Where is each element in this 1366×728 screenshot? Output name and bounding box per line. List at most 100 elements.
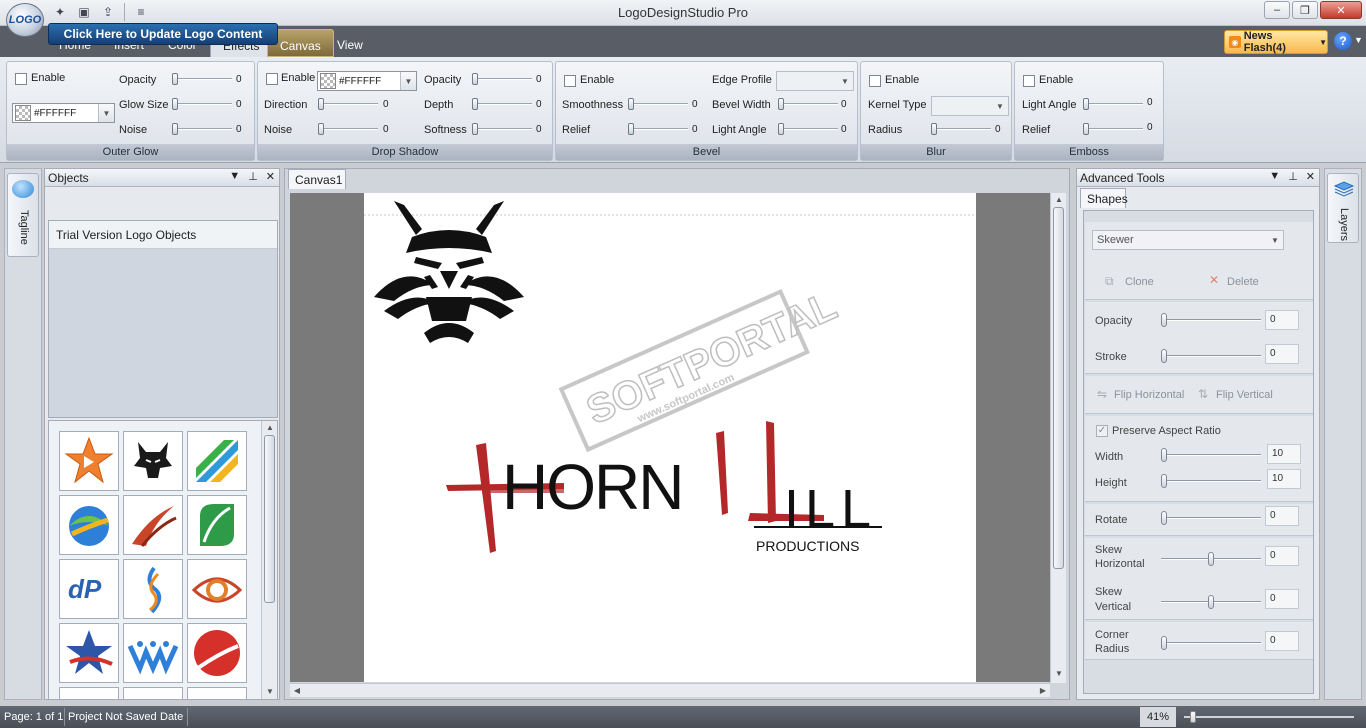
opacity-input[interactable]: 0 <box>1265 310 1299 330</box>
lynx-logo-thumbnail[interactable] <box>123 431 183 491</box>
drop-shadow-noise-slider[interactable] <box>318 123 378 135</box>
partial-logo-thumbnail-2[interactable] <box>123 687 183 699</box>
outer-glow-opacity-slider[interactable] <box>172 73 232 85</box>
maximize-button[interactable]: ❐ <box>1292 1 1318 19</box>
stripes-logo-thumbnail[interactable] <box>187 431 247 491</box>
skew-horizontal-input[interactable]: 0 <box>1265 546 1299 566</box>
star-logo-thumbnail[interactable] <box>59 431 119 491</box>
list-item[interactable]: Trial Version Logo Objects <box>49 221 277 249</box>
width-slider[interactable] <box>1161 448 1261 462</box>
preserve-aspect-checkbox[interactable]: ✓ <box>1096 425 1108 437</box>
drop-shadow-direction-slider[interactable] <box>318 98 378 110</box>
bevel-edge-profile-select[interactable]: ▼ <box>776 71 854 91</box>
layers-tab[interactable]: Layers <box>1327 173 1359 243</box>
help-dropdown-icon[interactable]: ▼ <box>1354 35 1363 45</box>
bevel-enable-checkbox[interactable] <box>564 75 576 87</box>
blur-enable-checkbox[interactable] <box>869 75 881 87</box>
opacity-slider[interactable] <box>1161 313 1261 327</box>
help-icon[interactable]: ? <box>1334 32 1352 50</box>
scroll-left-icon[interactable]: ◀ <box>290 684 304 698</box>
drop-shadow-opacity-slider[interactable] <box>472 73 532 85</box>
partial-logo-thumbnail-3[interactable] <box>187 687 247 699</box>
scroll-thumb[interactable] <box>1053 207 1064 569</box>
skew-horizontal-slider[interactable] <box>1161 552 1261 566</box>
usa-star-logo-thumbnail[interactable] <box>59 623 119 683</box>
stroke-slider[interactable] <box>1161 349 1261 363</box>
thumbnails-scrollbar[interactable]: ▲ ▼ <box>261 421 277 699</box>
emboss-relief-slider[interactable] <box>1083 123 1143 135</box>
tagline-tab[interactable]: Tagline <box>7 173 39 257</box>
delete-button[interactable]: Delete <box>1227 276 1259 288</box>
brush-logo-thumbnail[interactable] <box>123 495 183 555</box>
skew-vertical-slider[interactable] <box>1161 595 1261 609</box>
bevel-width-slider[interactable] <box>778 98 838 110</box>
ribbon-figure-logo-thumbnail[interactable] <box>123 559 183 619</box>
road-logo-thumbnail[interactable] <box>187 623 247 683</box>
artboard[interactable]: SOFTPORTAL www.softportal.com HORN ILL P… <box>364 193 976 682</box>
drop-shadow-color-picker[interactable]: #FFFFFF ▼ <box>317 71 417 91</box>
minimize-button[interactable]: – <box>1264 1 1290 19</box>
drop-shadow-depth-slider[interactable] <box>472 98 532 110</box>
close-icon[interactable]: ✕ <box>266 170 275 183</box>
people-logo-thumbnail[interactable] <box>123 623 183 683</box>
canvas-horizontal-scrollbar[interactable]: ◀ ▶ <box>290 683 1050 697</box>
left-side-rail: Tagline <box>4 168 42 700</box>
drop-shadow-softness-slider[interactable] <box>472 123 532 135</box>
drop-shadow-enable-checkbox[interactable] <box>266 73 278 85</box>
emboss-light-angle-slider[interactable] <box>1083 98 1143 110</box>
outer-glow-noise-slider[interactable] <box>172 123 232 135</box>
bevel-relief-slider[interactable] <box>628 123 688 135</box>
skew-vertical-input[interactable]: 0 <box>1265 589 1299 609</box>
flip-horizontal-button[interactable]: Flip Horizontal <box>1114 389 1184 401</box>
stroke-input[interactable]: 0 <box>1265 344 1299 364</box>
height-input[interactable]: 10 <box>1267 469 1301 489</box>
preserve-aspect-label: Preserve Aspect Ratio <box>1112 425 1221 437</box>
outer-glow-size-slider[interactable] <box>172 98 232 110</box>
outer-glow-enable-checkbox[interactable] <box>15 73 27 85</box>
shape-type-select[interactable]: Skewer ▼ <box>1092 230 1284 250</box>
tab-canvas1[interactable]: Canvas1 <box>288 169 346 189</box>
scroll-up-icon[interactable]: ▲ <box>262 421 277 435</box>
close-icon[interactable]: ✕ <box>1306 170 1315 183</box>
application-orb[interactable]: LOGO <box>6 3 44 37</box>
blur-kernel-type-select[interactable]: ▼ <box>931 96 1009 116</box>
pin-icon[interactable]: ⊥ <box>1288 170 1298 183</box>
dp-logo-thumbnail[interactable]: dP <box>59 559 119 619</box>
close-button[interactable]: ✕ <box>1320 1 1362 19</box>
rotate-input[interactable]: 0 <box>1265 506 1299 526</box>
bevel-enable-label: Enable <box>580 74 615 86</box>
bevel-light-angle-slider[interactable] <box>778 123 838 135</box>
scroll-down-icon[interactable]: ▼ <box>1051 667 1067 681</box>
eye-logo-thumbnail[interactable] <box>187 559 247 619</box>
scroll-right-icon[interactable]: ▶ <box>1036 684 1050 698</box>
width-input[interactable]: 10 <box>1267 444 1301 464</box>
outer-glow-color-picker[interactable]: #FFFFFF ▼ <box>12 103 115 123</box>
blur-radius-slider[interactable] <box>931 123 991 135</box>
pin-icon[interactable]: ⊥ <box>248 170 258 183</box>
update-logo-content-button[interactable]: Click Here to Update Logo Content <box>48 23 278 45</box>
corner-radius-label-1: Corner <box>1095 629 1129 641</box>
corner-radius-input[interactable]: 0 <box>1265 631 1299 651</box>
clone-button[interactable]: Clone <box>1125 276 1154 288</box>
flip-vertical-button[interactable]: Flip Vertical <box>1216 389 1273 401</box>
height-slider[interactable] <box>1161 474 1261 488</box>
emboss-enable-checkbox[interactable] <box>1023 75 1035 87</box>
advanced-tools-header: Advanced Tools ▼ ⊥ ✕ <box>1077 169 1319 187</box>
partial-logo-thumbnail-1[interactable] <box>59 687 119 699</box>
globe-logo-thumbnail[interactable] <box>59 495 119 555</box>
tab-view[interactable]: View <box>325 29 375 57</box>
scroll-down-icon[interactable]: ▼ <box>262 685 277 699</box>
corner-radius-slider[interactable] <box>1161 636 1261 650</box>
canvas-vertical-scrollbar[interactable]: ▲ ▼ <box>1050 193 1066 683</box>
panel-menu-icon[interactable]: ▼ <box>229 170 240 183</box>
panel-menu-icon[interactable]: ▼ <box>1269 170 1280 183</box>
news-flash-button[interactable]: ◉ News Flash(4) ▼ <box>1224 30 1328 54</box>
scroll-up-icon[interactable]: ▲ <box>1051 193 1067 207</box>
bevel-smoothness-slider[interactable] <box>628 98 688 110</box>
rotate-slider[interactable] <box>1161 511 1261 525</box>
tab-shapes[interactable]: Shapes <box>1080 188 1128 208</box>
scroll-thumb[interactable] <box>264 435 275 603</box>
drop-shadow-softness-label: Softness <box>424 124 467 136</box>
zoom-slider[interactable] <box>1184 711 1354 723</box>
leaf-logo-thumbnail[interactable] <box>187 495 247 555</box>
